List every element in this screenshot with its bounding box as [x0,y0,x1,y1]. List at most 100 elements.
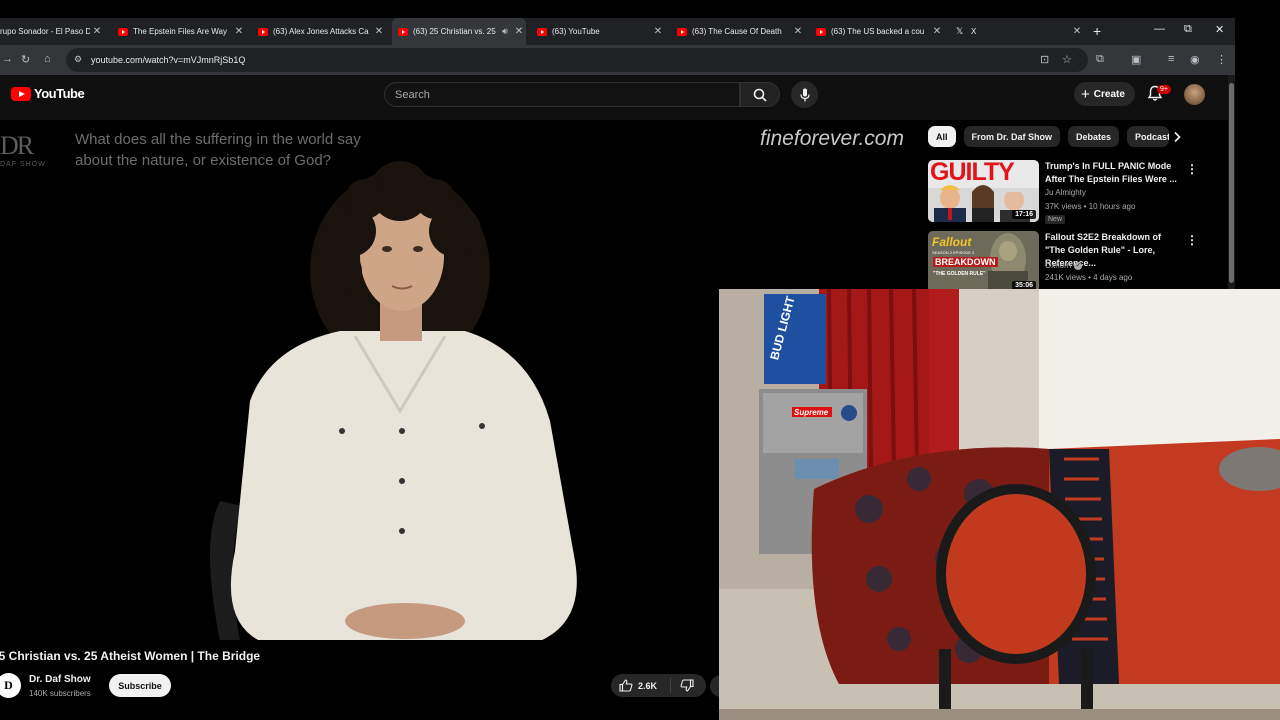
youtube-icon [398,27,408,36]
chip-label: From Dr. Daf Show [971,131,1053,142]
tab-title: (63) The Cause Of Death [692,27,782,36]
new-tab-icon[interactable]: + [1093,23,1101,39]
video-title: 25 Christian vs. 25 Atheist Women | The … [0,649,261,663]
thumbnail-text: BREAKDOWN [933,257,998,267]
channel-name[interactable]: Dr. Daf Show [29,674,91,685]
home-icon[interactable]: ⌂ [44,53,51,65]
chevron-right-icon [1174,131,1181,143]
reading-mode-icon[interactable]: ▣ [1131,53,1141,66]
recommended-meta: 241K views • 4 days ago [1045,273,1133,282]
forward-icon[interactable]: → [2,53,13,65]
channel-avatar[interactable]: D [0,673,21,698]
minimize-icon[interactable]: — [1154,23,1165,35]
youtube-icon [258,27,268,36]
profile-icon[interactable]: ◉ [1190,53,1200,66]
subscribe-label: Subscribe [118,680,162,691]
browser-tab[interactable]: The Epstein Files Are Way ✕ [112,18,246,45]
like-dislike-bar: 2.6K [611,674,706,697]
browser-tab-active[interactable]: (63) 25 Christian vs. 25 🔊︎ ✕ [392,18,526,45]
youtube-header: YouTube + Create [0,75,1228,120]
sticker-text: Supreme [794,408,829,417]
browser-tab[interactable]: 𝕏 X ✕ [950,18,1084,45]
extensions-icon[interactable]: ⧉ [1096,53,1104,66]
browser-tab[interactable]: (63) YouTube ✕ [531,18,665,45]
close-tab-icon[interactable]: ✕ [930,26,944,37]
page-scrollbar[interactable] [1228,75,1235,290]
close-tab-icon[interactable]: ✕ [90,26,104,37]
close-window-icon[interactable]: ✕ [1215,23,1224,36]
logo-small: DAF SHOW [0,161,46,168]
youtube-play-icon [11,86,31,101]
notifications-badge: 9+ [1157,85,1171,94]
close-tab-icon[interactable]: ✕ [1070,26,1084,37]
microphone-icon [799,88,810,101]
create-button[interactable]: + Create [1074,82,1135,106]
tab-title: (63) Alex Jones Attacks Ca [273,27,369,36]
tab-title: (63) The US backed a cou [831,27,925,36]
chip-all[interactable]: All [928,126,956,147]
search-input[interactable] [384,82,740,107]
tab-title: (63) 25 Christian vs. 25 [413,27,496,36]
close-tab-icon[interactable]: ✕ [651,26,665,37]
search-icon [753,88,767,102]
chips-next-button[interactable] [1172,130,1182,148]
recommended-channel[interactable]: Oxhorn ✓ [1045,261,1083,270]
close-tab-icon[interactable]: ✕ [512,26,526,37]
close-tab-icon[interactable]: ✕ [791,26,805,37]
video-duration: 17:16 [1012,210,1036,219]
subscribe-button[interactable]: Subscribe [109,674,171,697]
channel-avatar-letter: D [4,678,13,692]
like-button[interactable]: 2.6K [611,678,671,693]
webcam-room-scene: BUD LIGHT Supreme [719,289,1280,720]
chip-label: Debates [1076,131,1112,142]
recommended-video[interactable]: Fallout SEASON 2 EPISODE 2 BREAKDOWN "TH… [928,231,1223,293]
speaker-icon[interactable]: 🔊︎ [498,26,512,37]
search-button[interactable] [740,82,780,107]
recommended-title[interactable]: Trump's In FULL PANIC Mode After The Eps… [1045,160,1183,186]
media-control-icon[interactable]: ≡ [1168,53,1174,65]
thumbnail-subtext: SEASON 2 EPISODE 2 [932,250,975,255]
thumbnail-brand: Fallout [932,235,972,249]
recommended-video[interactable]: GUILTY 17:16 Trump's In FULL PANIC Mode … [928,160,1223,224]
recommended-channel[interactable]: Ju Almighty [1045,188,1086,197]
logo-text: YouTube [34,86,85,101]
tab-title: The Epstein Files Are Way [133,27,227,36]
youtube-logo[interactable]: YouTube [11,86,85,101]
browser-toolbar: → ↻ ⌂ youtube.com/watch?v=mVJmnRjSb1Q ⚙ … [0,45,1235,75]
voice-search-button[interactable] [791,81,818,108]
reload-icon[interactable]: ↻ [21,53,30,66]
tab-title: (63) YouTube [552,27,600,36]
verified-icon: ✓ [1074,261,1083,270]
tab-title: X [971,27,977,36]
video-person-frame [210,161,577,640]
more-options-icon[interactable]: ⋮ [1186,233,1198,247]
logo-big: DR [0,131,34,160]
dislike-button[interactable] [671,679,694,692]
maximize-icon[interactable]: ⧉ [1184,23,1192,36]
close-tab-icon[interactable]: ✕ [232,26,246,37]
create-label: Create [1093,88,1125,100]
chip-debates[interactable]: Debates [1068,126,1120,147]
channel-label: Oxhorn [1045,261,1072,270]
browser-tab[interactable]: (63) Alex Jones Attacks Ca ✕ [252,18,386,45]
account-avatar[interactable] [1184,84,1205,105]
tab-title: rupo Sonador - El Paso D [0,27,90,36]
bookmark-star-icon[interactable]: ☆ [1062,53,1072,66]
browser-tab[interactable]: (63) The Cause Of Death ✕ [671,18,805,45]
install-app-icon[interactable]: ⊡ [1040,53,1049,66]
channel-label: Ju Almighty [1045,188,1086,197]
video-thumbnail[interactable]: Fallout SEASON 2 EPISODE 2 BREAKDOWN "TH… [928,231,1039,293]
video-thumbnail[interactable]: GUILTY 17:16 [928,160,1039,222]
youtube-icon [816,27,826,36]
close-tab-icon[interactable]: ✕ [372,26,386,37]
browser-tab[interactable]: rupo Sonador - El Paso D ✕ [0,18,104,45]
more-options-icon[interactable]: ⋮ [1186,162,1198,176]
browser-menu-icon[interactable]: ⋮ [1216,53,1227,66]
chip-label: All [936,131,948,142]
chip-podcasts[interactable]: Podcasts [1127,126,1170,147]
scrollbar-thumb[interactable] [1229,83,1234,283]
site-info-icon[interactable]: ⚙ [74,54,82,65]
chip-from-channel[interactable]: From Dr. Daf Show [963,126,1061,147]
address-bar[interactable]: youtube.com/watch?v=mVJmnRjSb1Q [66,48,1088,72]
browser-tab[interactable]: (63) The US backed a cou ✕ [810,18,944,45]
